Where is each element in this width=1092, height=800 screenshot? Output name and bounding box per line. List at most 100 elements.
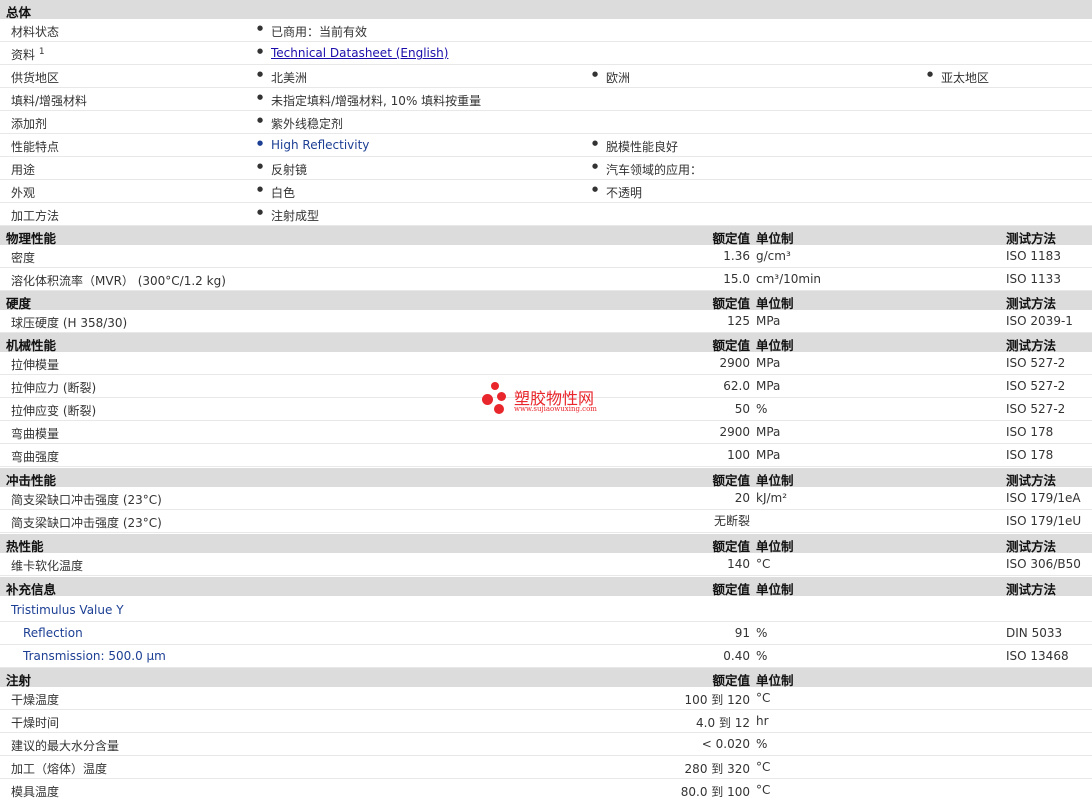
row-unit: cm³/10min [756, 272, 822, 286]
table-row: 溶化体积流率（MVR） (300°C/1.2 kg) 15.0 cm³/10mi… [0, 268, 1092, 291]
row-method: ISO 179/1eA [1006, 491, 1081, 505]
row-label: 模具温度 [11, 785, 60, 799]
region-north-america: 北美洲 [257, 69, 307, 86]
section-thermal: 热性能 额定值 单位制 测试方法 [0, 534, 1092, 554]
row-unit: MPa [756, 314, 781, 328]
row-unit: MPa [756, 356, 781, 370]
row-material-status: 材料状态 已商用：当前有效 [0, 19, 1092, 42]
table-row: 加工（熔体）温度 280 到 320 °C [0, 756, 1092, 779]
row-label: Transmission: 500.0 µm [23, 649, 166, 663]
row-value: 140 [727, 557, 750, 571]
header-rated: 额定值 [712, 582, 750, 597]
row-label: 溶化体积流率（MVR） (300°C/1.2 kg) [11, 274, 226, 288]
row-label: 资料 1 [11, 47, 45, 62]
row-value: 125 [727, 314, 750, 328]
row-unit: % [756, 737, 768, 751]
row-label: 弯曲强度 [11, 450, 60, 464]
table-row: 干燥温度 100 到 120 °C [0, 687, 1092, 710]
row-value: 91 [734, 626, 750, 640]
feature-1: High Reflectivity [257, 138, 369, 152]
row-method: ISO 1183 [1006, 249, 1061, 263]
section-general: 总体 [0, 0, 1092, 20]
table-row: 简支梁缺口冲击强度 (23°C) 20 kJ/m² ISO 179/1eA [0, 487, 1092, 510]
row-label: 维卡软化温度 [11, 559, 84, 573]
use-2: 汽车领域的应用： [592, 161, 702, 178]
row-filler: 填料/增强材料 未指定填料/增强材料, 10% 填料按重量 [0, 88, 1092, 111]
row-method: ISO 527-2 [1006, 379, 1066, 393]
row-label: 添加剂 [11, 117, 48, 131]
row-method: ISO 527-2 [1006, 402, 1066, 416]
row-method: ISO 1133 [1006, 272, 1061, 286]
header-unit: 单位制 [756, 582, 794, 597]
row-uses: 用途 反射镜 汽车领域的应用： [0, 157, 1092, 180]
region-asia-pacific: 亚太地区 [927, 69, 989, 86]
row-processing: 加工方法 注射成型 [0, 203, 1092, 226]
row-value: 2900 [719, 425, 750, 439]
row-value: 100 到 120 [684, 693, 750, 707]
row-label: 密度 [11, 251, 36, 265]
row-label: 性能特点 [11, 140, 60, 154]
table-row: 密度 1.36 g/cm³ ISO 1183 [0, 245, 1092, 268]
row-value: Technical Datasheet (English) [257, 46, 448, 60]
row-label: 球压硬度 (H 358/30) [11, 316, 128, 330]
row-value: 4.0 到 12 [696, 716, 750, 730]
row-label: Reflection [23, 626, 83, 640]
table-row: 模具温度 80.0 到 100 °C [0, 779, 1092, 800]
row-method: DIN 5033 [1006, 626, 1063, 640]
row-unit: hr [756, 714, 769, 728]
table-row: 拉伸模量 2900 MPa ISO 527-2 [0, 352, 1092, 375]
table-row: Transmission: 500.0 µm 0.40 % ISO 13468 [0, 645, 1092, 668]
row-label: 干燥时间 [11, 716, 60, 730]
row-method: ISO 13468 [1006, 649, 1069, 663]
row-label: 加工（熔体）温度 [11, 762, 108, 776]
row-value: 0.40 [723, 649, 750, 663]
row-value: < 0.020 [701, 737, 750, 751]
row-docs: 资料 1 Technical Datasheet (English) [0, 42, 1092, 65]
row-label: 材料状态 [11, 25, 60, 39]
row-label: 填料/增强材料 [11, 94, 88, 108]
row-value: 50 [734, 402, 750, 416]
row-label: 弯曲模量 [11, 427, 60, 441]
row-value: 100 [727, 448, 750, 462]
row-label: 简支梁缺口冲击强度 (23°C) [11, 493, 162, 507]
row-unit: MPa [756, 425, 781, 439]
row-unit: °C [756, 783, 771, 797]
row-label: 拉伸模量 [11, 358, 60, 372]
use-1: 反射镜 [257, 161, 307, 178]
section-title: 补充信息 [6, 582, 57, 597]
row-region: 供货地区 北美洲 欧洲 亚太地区 [0, 65, 1092, 88]
row-label: 拉伸应力 (断裂) [11, 381, 97, 395]
appearance-1: 白色 [257, 184, 295, 201]
table-row: 球压硬度 (H 358/30) 125 MPa ISO 2039-1 [0, 310, 1092, 333]
appearance-2: 不透明 [592, 184, 642, 201]
row-unit: °C [756, 760, 771, 774]
section-mechanical: 机械性能 额定值 单位制 测试方法 [0, 333, 1092, 353]
feature-2: 脱模性能良好 [592, 138, 678, 155]
header-method: 测试方法 [1006, 582, 1057, 597]
row-value: 紫外线稳定剂 [257, 115, 343, 132]
row-value: 20 [734, 491, 750, 505]
row-label: 加工方法 [11, 209, 60, 223]
row-value: 未指定填料/增强材料, 10% 填料按重量 [257, 92, 481, 109]
row-features: 性能特点 High Reflectivity 脱模性能良好 [0, 134, 1092, 157]
section-injection: 注射 额定值 单位制 [0, 668, 1092, 688]
table-row: Reflection 91 % DIN 5033 [0, 622, 1092, 645]
row-label: 干燥温度 [11, 693, 60, 707]
row-label: 用途 [11, 163, 36, 177]
row-unit: % [756, 626, 768, 640]
region-europe: 欧洲 [592, 69, 630, 86]
row-method: ISO 306/B50 [1006, 557, 1081, 571]
row-value: 已商用：当前有效 [257, 23, 367, 40]
row-unit: % [756, 402, 768, 416]
datasheet-link[interactable]: Technical Datasheet (English) [271, 46, 448, 60]
table-row: 简支梁缺口冲击强度 (23°C) 无断裂 ISO 179/1eU [0, 510, 1092, 533]
table-row: 弯曲模量 2900 MPa ISO 178 [0, 421, 1092, 444]
row-unit: MPa [756, 448, 781, 462]
row-value: 280 到 320 [684, 762, 750, 776]
row-method: ISO 2039-1 [1006, 314, 1073, 328]
section-hardness: 硬度 额定值 单位制 测试方法 [0, 291, 1092, 311]
row-label: 外观 [11, 186, 36, 200]
row-value: 1.36 [723, 249, 750, 263]
row-unit: MPa [756, 379, 781, 393]
row-value: 62.0 [723, 379, 750, 393]
